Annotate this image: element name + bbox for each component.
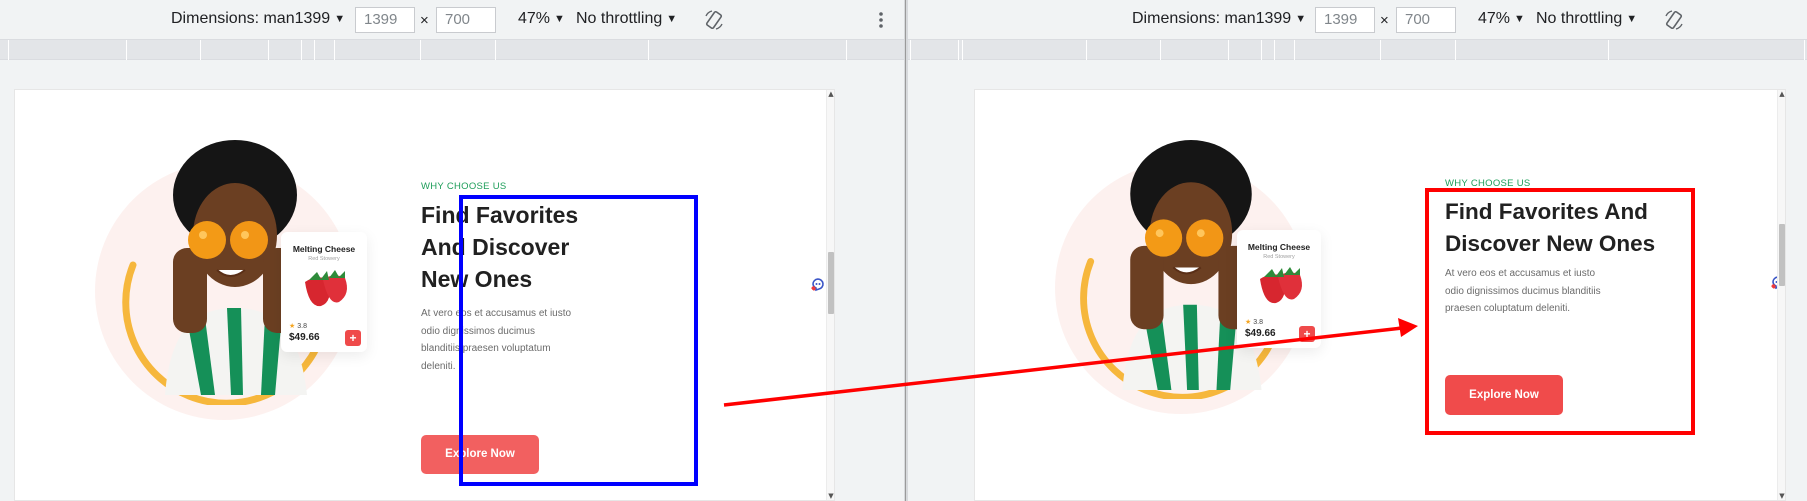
device-toolbar: Dimensions: man1399 ▼ 1399 × 700 47% ▼ No …	[0, 0, 904, 40]
dimensions-dropdown[interactable]: Dimensions: man1399 ▼	[171, 10, 345, 28]
throttling-label: No throttling	[576, 10, 663, 27]
zoom-dropdown[interactable]: 47% ▼	[1478, 10, 1525, 28]
before-highlight-box	[459, 195, 698, 486]
devtools-comparison: Dimensions: man1399 ▼ 1399 × 700 47% ▼ No …	[0, 0, 1807, 501]
width-input[interactable]: 1399	[355, 7, 415, 33]
star-icon: ★	[1245, 319, 1252, 326]
product-card[interactable]: Melting Cheese Red Stowery ★ 3.8 $49.66 …	[281, 232, 367, 352]
chevron-down-icon: ▼	[1295, 13, 1307, 25]
scroll-thumb[interactable]	[1779, 224, 1785, 286]
dimensions-label: Dimensions: man1399	[171, 10, 331, 27]
product-title: Melting Cheese	[1247, 242, 1311, 252]
after-highlight-box	[1425, 188, 1695, 435]
star-icon: ★	[289, 323, 296, 330]
zoom-label: 47%	[1478, 10, 1511, 27]
height-input[interactable]: 700	[1396, 7, 1456, 33]
product-price: $49.66	[1245, 328, 1276, 339]
scroll-thumb[interactable]	[828, 252, 834, 314]
height-input[interactable]: 700	[436, 7, 496, 33]
zoom-label: 47%	[518, 10, 551, 27]
rotate-icon[interactable]	[1663, 9, 1685, 31]
page-viewport: Melting Cheese Red Stowery ★ 3.8 $49.66 …	[14, 89, 835, 501]
throttling-label: No throttling	[1536, 10, 1623, 27]
product-subtitle: Red Stowery	[1263, 254, 1295, 260]
more-vert-icon[interactable]	[879, 11, 883, 29]
product-subtitle: Red Stowery	[308, 256, 340, 262]
left-pane: Dimensions: man1399 ▼ 1399 × 700 47% ▼ No …	[0, 0, 904, 501]
device-toolbar: Dimensions: man1399 ▼ 1399 × 700 47% ▼ No …	[908, 0, 1807, 40]
chevron-down-icon: ▼	[1514, 13, 1525, 25]
width-input[interactable]: 1399	[1315, 7, 1375, 33]
throttling-dropdown[interactable]: No throttling ▼	[1536, 10, 1637, 28]
vertical-scrollbar[interactable]: ▲ ▼	[826, 90, 834, 500]
product-price: $49.66	[289, 332, 320, 343]
scroll-down-icon[interactable]: ▼	[827, 492, 834, 500]
chevron-down-icon: ▼	[1626, 13, 1638, 25]
product-card[interactable]: Melting Cheese Red Stowery ★ 3.8 $49.66 …	[1237, 230, 1321, 348]
zoom-dropdown[interactable]: 47% ▼	[518, 10, 565, 28]
times-symbol: ×	[420, 12, 429, 29]
product-rating: ★ 3.8	[1245, 319, 1263, 326]
chevron-down-icon: ▼	[334, 13, 346, 25]
rotate-icon[interactable]	[703, 9, 725, 31]
dimensions-dropdown[interactable]: Dimensions: man1399 ▼	[1132, 10, 1306, 28]
add-to-cart-button[interactable]: +	[345, 330, 361, 346]
times-symbol: ×	[1380, 12, 1389, 29]
scroll-up-icon[interactable]: ▲	[1778, 90, 1785, 98]
right-pane: Dimensions: man1399 ▼ 1399 × 700 47% ▼ No …	[908, 0, 1807, 501]
scroll-up-icon[interactable]: ▲	[827, 90, 834, 98]
dimensions-label: Dimensions: man1399	[1132, 10, 1292, 27]
media-query-ruler[interactable]	[908, 40, 1807, 60]
strawberry-image	[305, 270, 347, 307]
vertical-scrollbar[interactable]: ▲ ▼	[1777, 90, 1785, 500]
throttling-dropdown[interactable]: No throttling ▼	[576, 10, 677, 28]
chat-widget-icon[interactable]	[810, 276, 826, 292]
product-title: Melting Cheese	[292, 244, 356, 254]
eyebrow-label: WHY CHOOSE US	[421, 181, 507, 192]
scroll-down-icon[interactable]: ▼	[1778, 492, 1785, 500]
chevron-down-icon: ▼	[666, 13, 678, 25]
product-rating: ★ 3.8	[289, 323, 307, 330]
chevron-down-icon: ▼	[554, 13, 565, 25]
strawberry-image	[1260, 267, 1302, 304]
add-to-cart-button[interactable]: +	[1299, 326, 1315, 342]
media-query-ruler[interactable]	[0, 40, 904, 60]
